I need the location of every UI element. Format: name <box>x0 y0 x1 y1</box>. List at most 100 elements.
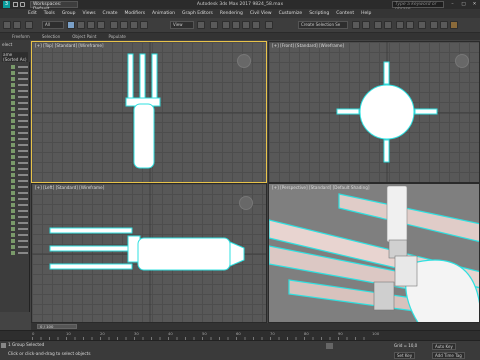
mirror-icon[interactable] <box>352 21 360 29</box>
object-visibility-icon[interactable] <box>11 95 15 99</box>
object-visibility-icon[interactable] <box>11 227 15 231</box>
rendered-frame-icon[interactable] <box>440 21 448 29</box>
scale-icon[interactable] <box>130 21 138 29</box>
selection-filter-dropdown[interactable]: All <box>42 21 64 29</box>
select-object-icon[interactable] <box>67 21 75 29</box>
viewcube-front[interactable] <box>455 54 469 68</box>
menu-item-create[interactable]: Create <box>103 9 118 18</box>
object-visibility-icon[interactable] <box>11 233 15 237</box>
object-visibility-icon[interactable] <box>11 185 15 189</box>
named-selection-dropdown[interactable]: Create Selection Se <box>298 21 348 29</box>
select-by-name-icon[interactable] <box>77 21 85 29</box>
auto-key-button[interactable]: Auto Key <box>432 343 456 350</box>
viewport-label-left[interactable]: [+] [Left] [Standard] [Wireframe] <box>35 185 104 190</box>
object-visibility-icon[interactable] <box>11 239 15 243</box>
object-visibility-icon[interactable] <box>11 143 15 147</box>
move-icon[interactable] <box>110 21 118 29</box>
pivot-center-icon[interactable] <box>197 21 205 29</box>
object-visibility-icon[interactable] <box>11 203 15 207</box>
close-icon[interactable]: ✕ <box>469 0 480 9</box>
search-input[interactable]: Type a keyword or phrase <box>392 1 444 12</box>
layer-manager-icon[interactable] <box>374 21 382 29</box>
object-visibility-icon[interactable] <box>11 83 15 87</box>
object-visibility-icon[interactable] <box>11 167 15 171</box>
menu-item-rendering[interactable]: Rendering <box>220 9 243 18</box>
rectangular-selection-icon[interactable] <box>87 21 95 29</box>
object-visibility-icon[interactable] <box>11 77 15 81</box>
object-visibility-icon[interactable] <box>11 209 15 213</box>
object-visibility-icon[interactable] <box>11 245 15 249</box>
menu-item-customize[interactable]: Customize <box>279 9 303 18</box>
ribbon-toggle-icon[interactable] <box>384 21 392 29</box>
angle-snap-icon[interactable] <box>232 21 240 29</box>
ribbon-tab-freeform[interactable]: Freeform <box>12 33 30 40</box>
viewcube-left[interactable] <box>239 196 253 210</box>
object-visibility-icon[interactable] <box>11 173 15 177</box>
object-visibility-icon[interactable] <box>11 197 15 201</box>
object-visibility-icon[interactable] <box>11 131 15 135</box>
viewport-label-perspective[interactable]: [+] [Perspective] [Standard] [Default Sh… <box>272 185 370 190</box>
menu-item-edit[interactable]: Edit <box>28 9 37 18</box>
time-slider[interactable]: 0 / 100 <box>37 324 77 329</box>
render-setup-icon[interactable] <box>430 21 438 29</box>
edit-named-selection-icon[interactable] <box>265 21 273 29</box>
reference-coordinate-dropdown[interactable]: View <box>170 21 194 29</box>
align-icon[interactable] <box>362 21 370 29</box>
time-slider-bar[interactable]: 0 / 100 <box>31 323 480 330</box>
viewport-label-top[interactable]: [+] [Top] [Standard] [Wireframe] <box>35 43 104 48</box>
object-visibility-icon[interactable] <box>11 191 15 195</box>
lock-selection-icon[interactable] <box>326 343 333 349</box>
object-visibility-icon[interactable] <box>11 119 15 123</box>
schematic-view-icon[interactable] <box>406 21 414 29</box>
object-visibility-icon[interactable] <box>11 101 15 105</box>
viewport-left[interactable]: [+] [Left] [Standard] [Wireframe] <box>31 183 267 323</box>
link-icon[interactable] <box>25 21 33 29</box>
menu-item-graph-editors[interactable]: Graph Editors <box>182 9 213 18</box>
sort-column-header[interactable]: ame (Sorted As) <box>2 52 28 62</box>
object-visibility-icon[interactable] <box>11 65 15 69</box>
menu-item-content[interactable]: Content <box>336 9 354 18</box>
menu-item-scripting[interactable]: Scripting <box>309 9 329 18</box>
scene-object-row[interactable] <box>0 250 30 256</box>
maximize-icon[interactable]: □ <box>458 0 469 9</box>
material-editor-icon[interactable] <box>418 21 426 29</box>
undo-icon[interactable] <box>3 21 11 29</box>
object-visibility-icon[interactable] <box>11 221 15 225</box>
object-visibility-icon[interactable] <box>11 179 15 183</box>
placement-icon[interactable] <box>140 21 148 29</box>
object-visibility-icon[interactable] <box>11 125 15 129</box>
render-teapot-icon[interactable] <box>450 21 458 29</box>
menu-item-civil-view[interactable]: Civil View <box>250 9 272 18</box>
curve-editor-icon[interactable] <box>396 21 404 29</box>
object-visibility-icon[interactable] <box>11 113 15 117</box>
viewport-label-front[interactable]: [+] [Front] [Standard] [Wireframe] <box>272 43 344 48</box>
object-visibility-icon[interactable] <box>11 107 15 111</box>
timeline[interactable]: 0 10 20 30 40 50 60 70 80 90 100 <box>0 330 480 341</box>
ribbon-tab-selection[interactable]: Selection <box>42 33 60 40</box>
menu-item-modifiers[interactable]: Modifiers <box>125 9 146 18</box>
menu-item-animation[interactable]: Animation <box>152 9 175 18</box>
object-visibility-icon[interactable] <box>11 149 15 153</box>
object-visibility-icon[interactable] <box>11 251 15 255</box>
menu-item-group[interactable]: Group <box>62 9 76 18</box>
select-manipulate-icon[interactable] <box>210 21 218 29</box>
redo-icon[interactable] <box>13 21 21 29</box>
viewcube-top[interactable] <box>237 54 251 68</box>
ribbon-tab-object-paint[interactable]: Object Paint <box>72 33 96 40</box>
object-visibility-icon[interactable] <box>11 137 15 141</box>
object-visibility-icon[interactable] <box>11 161 15 165</box>
menu-item-help[interactable]: Help <box>361 9 371 18</box>
viewport-top[interactable]: [+] [Top] [Standard] [Wireframe] <box>31 41 267 183</box>
ribbon-tab-populate[interactable]: Populate <box>108 33 125 40</box>
viewport-perspective[interactable]: [+] [Perspective] [Standard] [Default Sh… <box>268 183 480 323</box>
spinner-snap-icon[interactable] <box>252 21 260 29</box>
rotate-icon[interactable] <box>120 21 128 29</box>
menu-item-views[interactable]: Views <box>83 9 96 18</box>
minimize-icon[interactable]: – <box>447 0 458 9</box>
set-key-button[interactable]: Set Key <box>394 352 416 359</box>
object-visibility-icon[interactable] <box>11 215 15 219</box>
maxscript-listener-icon[interactable] <box>1 343 6 348</box>
menu-item-tools[interactable]: Tools <box>44 9 55 18</box>
object-visibility-icon[interactable] <box>11 155 15 159</box>
percent-snap-icon[interactable] <box>242 21 250 29</box>
